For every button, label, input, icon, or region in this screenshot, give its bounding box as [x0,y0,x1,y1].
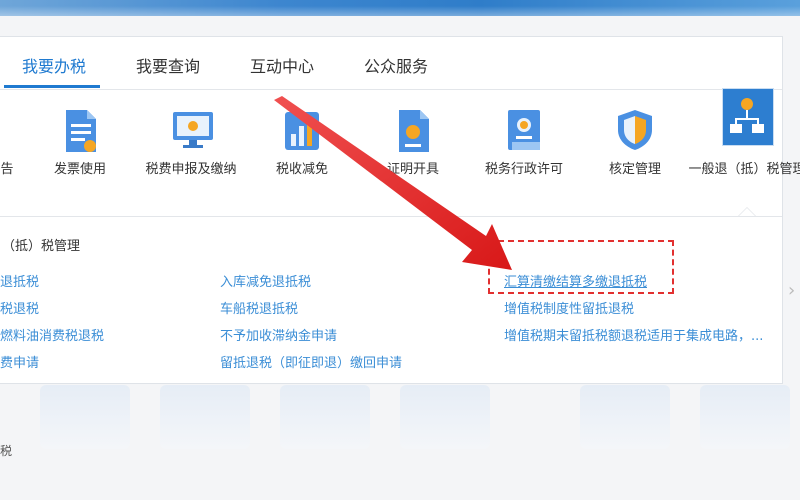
blurred-card-4 [400,385,490,449]
blurred-card-5 [580,385,670,449]
blurred-card-1 [40,385,130,449]
bottom-cards [0,385,800,500]
bottom-truncated-label: 税 [0,444,13,458]
blurred-card-6 [700,385,790,449]
chevron-right-icon[interactable]: › [788,280,798,310]
blurred-card-2 [160,385,250,449]
blurred-card-3 [280,385,370,449]
